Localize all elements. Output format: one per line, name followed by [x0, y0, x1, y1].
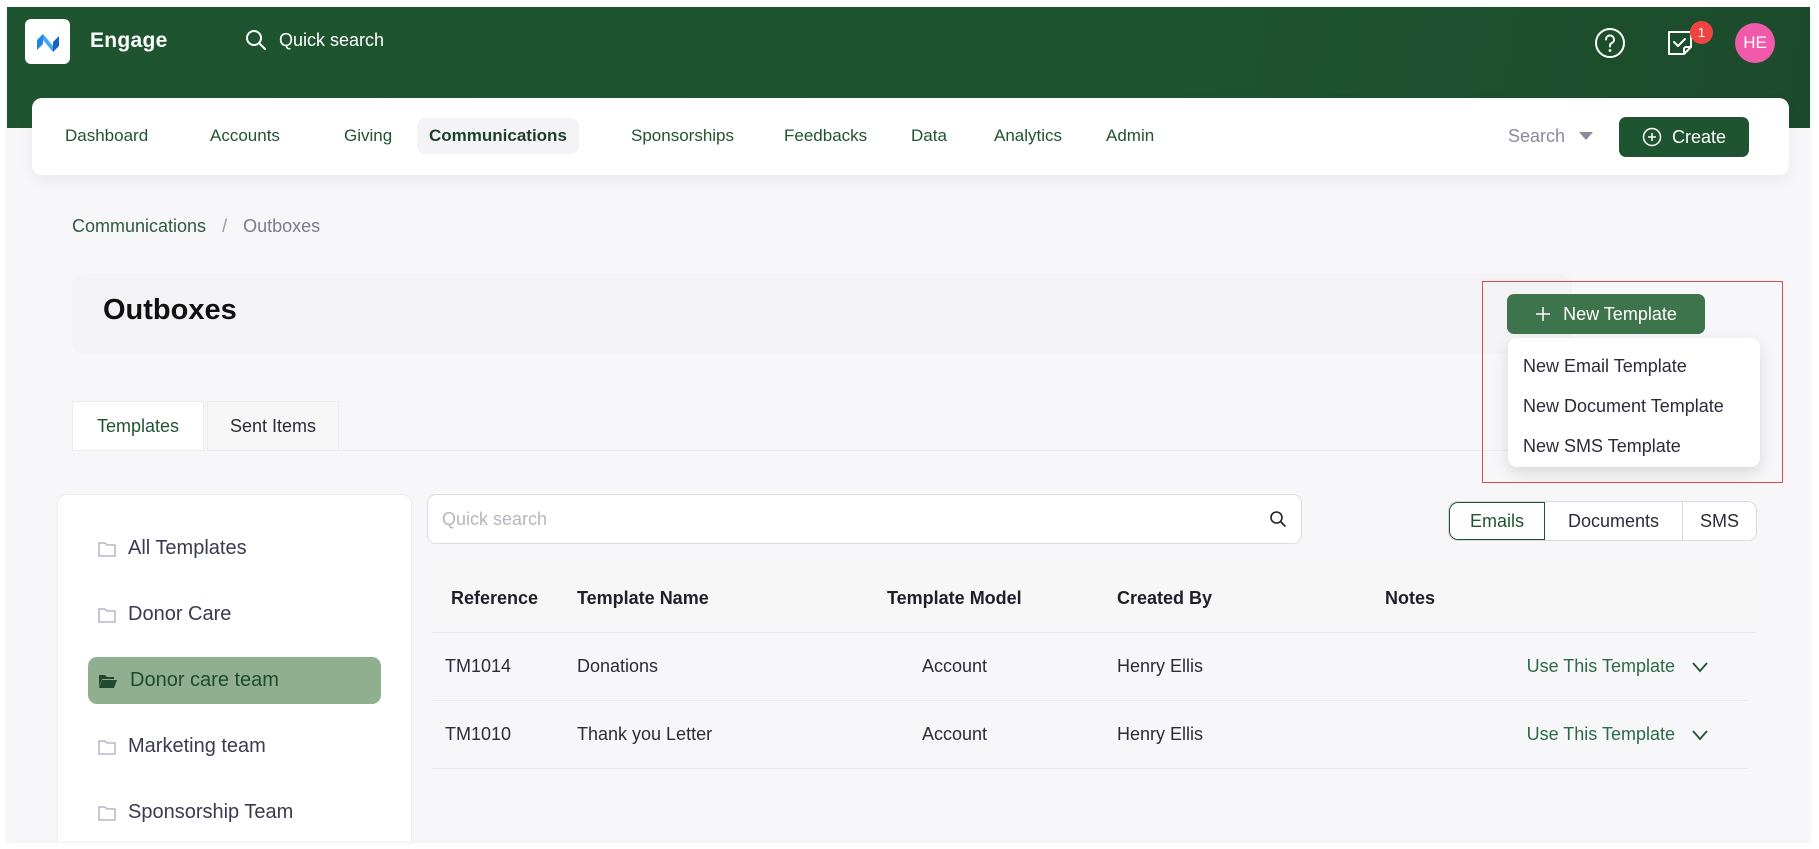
global-quick-search[interactable]: Quick search: [245, 29, 384, 51]
user-avatar[interactable]: HE: [1735, 23, 1775, 63]
menu-item-new-email-template[interactable]: New Email Template: [1508, 346, 1760, 386]
create-label: Create: [1671, 126, 1727, 147]
logo-icon: [36, 33, 59, 52]
app-frame: Engage Quick search 1 HE Dashboard Accou…: [7, 7, 1810, 841]
nav-item-giving[interactable]: Giving: [332, 118, 404, 154]
main-nav: Dashboard Accounts Giving Communications…: [32, 98, 1789, 175]
folder-donor-care[interactable]: Donor Care: [88, 591, 381, 638]
filter-sms[interactable]: SMS: [1683, 502, 1756, 540]
quick-search-label: Quick search: [279, 29, 385, 50]
table-row[interactable]: TM1010 Thank you Letter Account Henry El…: [431, 701, 1749, 769]
folder-icon: [98, 805, 116, 821]
new-template-button[interactable]: New Template: [1507, 294, 1705, 334]
cell-template-model: Account: [922, 656, 988, 676]
plus-icon: [1536, 307, 1551, 321]
cell-reference: TM1014: [445, 656, 512, 676]
nav-item-sponsorships[interactable]: Sponsorships: [619, 118, 746, 154]
new-template-label: New Template: [1563, 303, 1677, 324]
table-header: Reference Template Name Template Model C…: [431, 565, 1756, 633]
menu-item-new-sms-template[interactable]: New SMS Template: [1508, 426, 1760, 466]
folder-label: Donor care team: [130, 669, 279, 691]
caret-down-icon: [1579, 132, 1594, 140]
use-template-button[interactable]: Use This Template: [1495, 724, 1749, 745]
page-title: Outboxes: [103, 294, 237, 326]
folder-open-icon: [99, 674, 117, 688]
folder-label: Marketing team: [128, 735, 266, 757]
breadcrumb-current: Outboxes: [243, 216, 321, 236]
col-template-name[interactable]: Template Name: [577, 588, 887, 609]
folder-icon: [98, 739, 116, 755]
tab-templates[interactable]: Templates: [72, 401, 204, 451]
tab-sent-items[interactable]: Sent Items: [207, 401, 339, 451]
create-button[interactable]: Create: [1619, 117, 1749, 157]
breadcrumb-separator: /: [222, 216, 228, 236]
cell-created-by: Henry Ellis: [1117, 656, 1204, 676]
nav-item-accounts[interactable]: Accounts: [198, 118, 292, 154]
cell-template-name: Donations: [577, 656, 659, 676]
folder-label: All Templates: [128, 537, 247, 559]
search-icon: [246, 30, 266, 50]
breadcrumb: Communications / Outboxes: [72, 216, 320, 237]
folder-marketing-team[interactable]: Marketing team: [88, 723, 381, 770]
outbox-tabs: Templates Sent Items: [72, 401, 339, 451]
template-search: [427, 494, 1302, 544]
menu-item-new-document-template[interactable]: New Document Template: [1508, 386, 1760, 426]
col-reference[interactable]: Reference: [431, 588, 577, 609]
use-template-button[interactable]: Use This Template: [1495, 656, 1749, 677]
search-icon[interactable]: [1269, 510, 1287, 528]
nav-item-admin[interactable]: Admin: [1094, 118, 1166, 154]
new-template-menu: New Email Template New Document Template…: [1508, 338, 1760, 467]
notification-badge: 1: [1690, 21, 1713, 44]
nav-search-dropdown[interactable]: Search: [1508, 118, 1594, 154]
folder-icon: [98, 541, 116, 557]
chevron-down-icon[interactable]: [1691, 729, 1709, 741]
folder-donor-care-team[interactable]: Donor care team: [88, 657, 381, 704]
folder-label: Sponsorship Team: [128, 801, 294, 823]
use-template-label: Use This Template: [1526, 656, 1675, 676]
nav-search-label: Search: [1508, 125, 1566, 146]
folder-icon: [98, 607, 116, 623]
tab-divider: [72, 450, 1572, 451]
templates-table: Reference Template Name Template Model C…: [431, 565, 1756, 769]
col-notes[interactable]: Notes: [1385, 588, 1495, 609]
nav-item-data[interactable]: Data: [899, 118, 959, 154]
template-search-input[interactable]: [442, 508, 1269, 530]
folder-all-templates[interactable]: All Templates: [88, 525, 381, 572]
cell-template-name: Thank you Letter: [577, 724, 713, 744]
folder-panel: All Templates Donor Care Donor care team…: [57, 494, 412, 841]
chevron-down-icon[interactable]: [1691, 661, 1709, 673]
filter-documents[interactable]: Documents: [1545, 502, 1683, 540]
plus-circle-icon: [1642, 127, 1662, 147]
cell-reference: TM1010: [445, 724, 512, 744]
nav-item-feedbacks[interactable]: Feedbacks: [772, 118, 879, 154]
app-logo[interactable]: [25, 19, 70, 64]
nav-item-communications[interactable]: Communications: [417, 118, 579, 154]
help-icon[interactable]: [1594, 27, 1626, 59]
nav-item-analytics[interactable]: Analytics: [982, 118, 1074, 154]
app-name: Engage: [90, 29, 168, 52]
use-template-label: Use This Template: [1526, 724, 1675, 744]
col-template-model[interactable]: Template Model: [887, 588, 1117, 609]
template-type-filter: Emails Documents SMS: [1448, 501, 1757, 541]
cell-template-model: Account: [922, 724, 988, 744]
folder-label: Donor Care: [128, 603, 232, 625]
table-row[interactable]: TM1014 Donations Account Henry Ellis Use…: [431, 633, 1749, 701]
col-created-by[interactable]: Created By: [1117, 588, 1385, 609]
nav-item-dashboard[interactable]: Dashboard: [53, 118, 160, 154]
cell-created-by: Henry Ellis: [1117, 724, 1204, 744]
filter-emails[interactable]: Emails: [1449, 502, 1545, 540]
breadcrumb-communications[interactable]: Communications: [72, 216, 206, 237]
folder-sponsorship-team[interactable]: Sponsorship Team: [88, 789, 381, 836]
page-header: Outboxes: [72, 274, 1572, 354]
